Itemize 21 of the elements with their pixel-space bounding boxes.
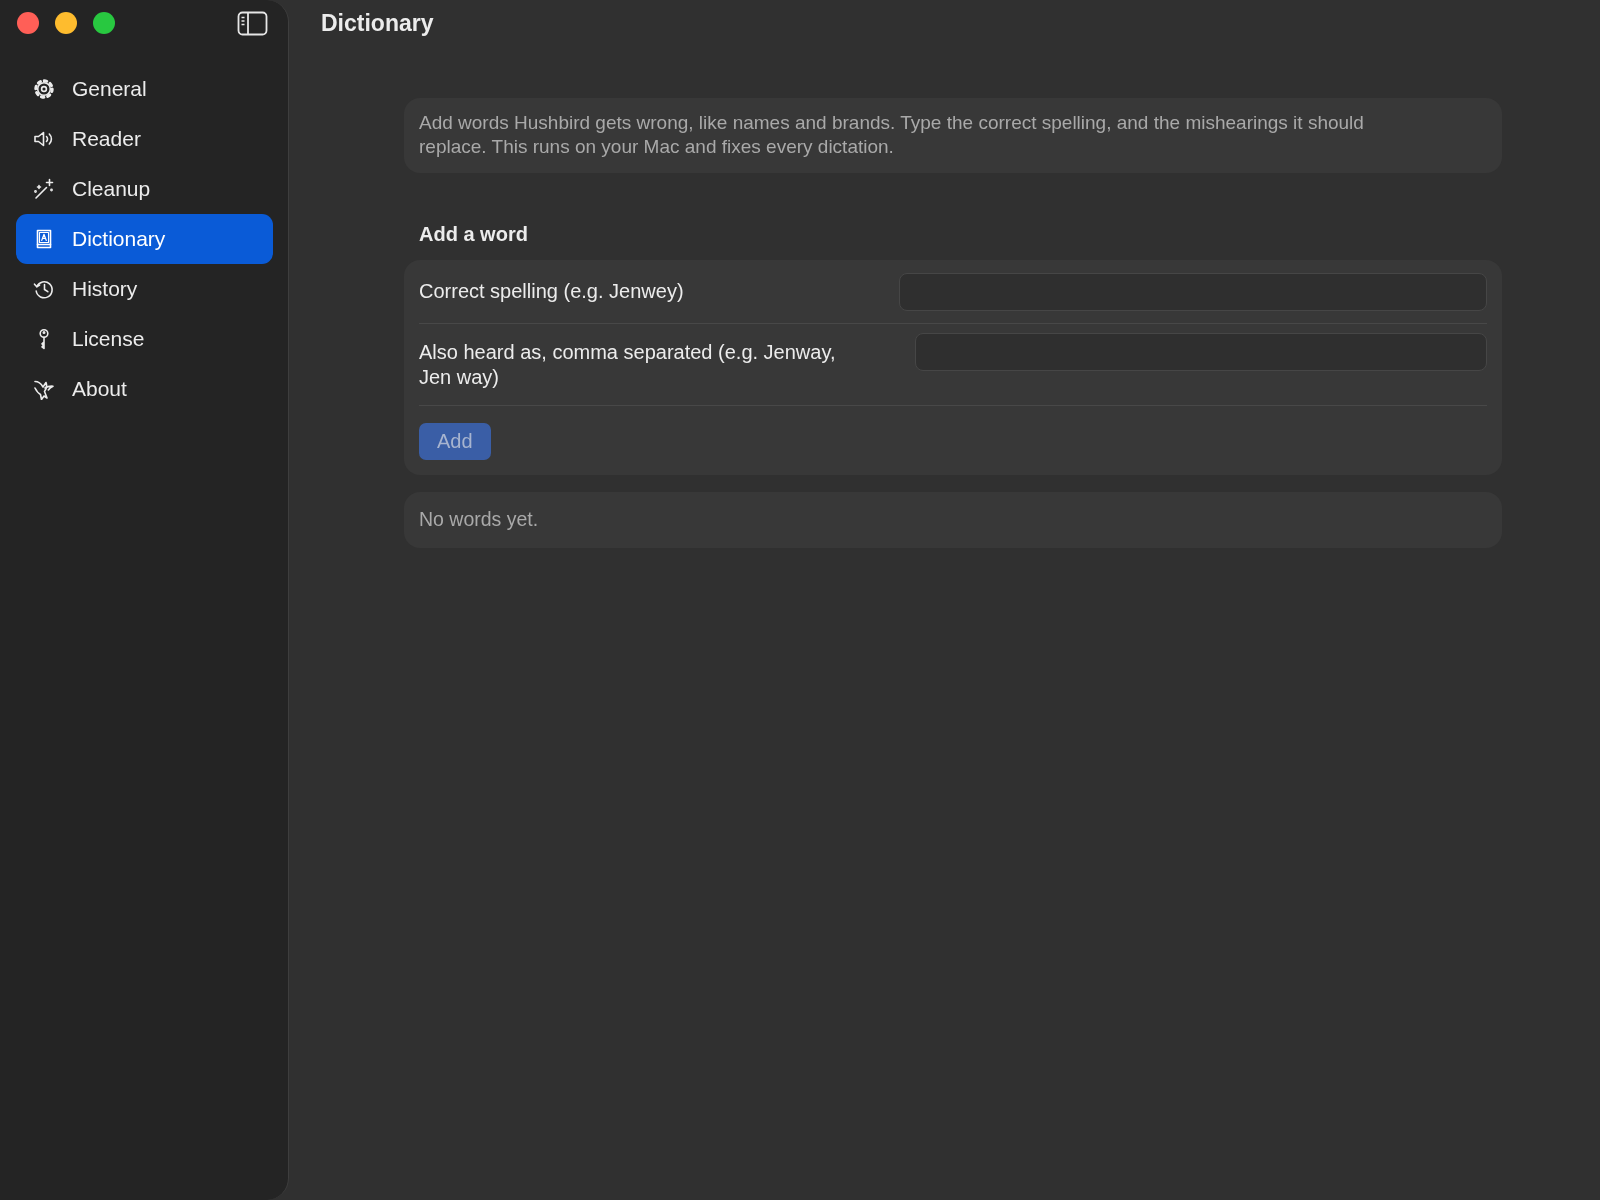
- description-text: Add words Hushbird gets wrong, like names and brands. Type the correct spelling, and the mishearings it should replace. This runs on your Mac and fixes every dictation.: [419, 111, 1365, 159]
- history-icon: [33, 278, 55, 300]
- magic-wand-icon: [33, 178, 55, 200]
- field-label: Also heard as, comma separated (e.g. Jenway, Jen way): [419, 340, 837, 390]
- sidebar-item[interactable]: About: [16, 364, 273, 414]
- close-button[interactable]: [17, 12, 39, 34]
- page-title: Dictionary: [321, 10, 435, 37]
- sidebar-item[interactable]: License: [16, 314, 273, 364]
- sidebar-item[interactable]: Cleanup: [16, 164, 273, 214]
- zoom-button[interactable]: [93, 12, 115, 34]
- field-label: Correct spelling (e.g. Jenwey): [419, 279, 684, 304]
- bird-icon: [33, 378, 55, 400]
- empty-state-text: No words yet.: [419, 507, 539, 533]
- sidebar-item[interactable]: History: [16, 264, 273, 314]
- minimize-button[interactable]: [55, 12, 77, 34]
- sidebar-item[interactable]: Reader: [16, 114, 273, 164]
- sidebar-toggle-button[interactable]: [237, 10, 268, 36]
- gear-icon: [33, 78, 55, 100]
- sidebar-item[interactable]: Dictionary: [16, 214, 273, 264]
- sidebar-item[interactable]: General: [16, 64, 273, 114]
- section-heading: Add a word: [419, 222, 529, 246]
